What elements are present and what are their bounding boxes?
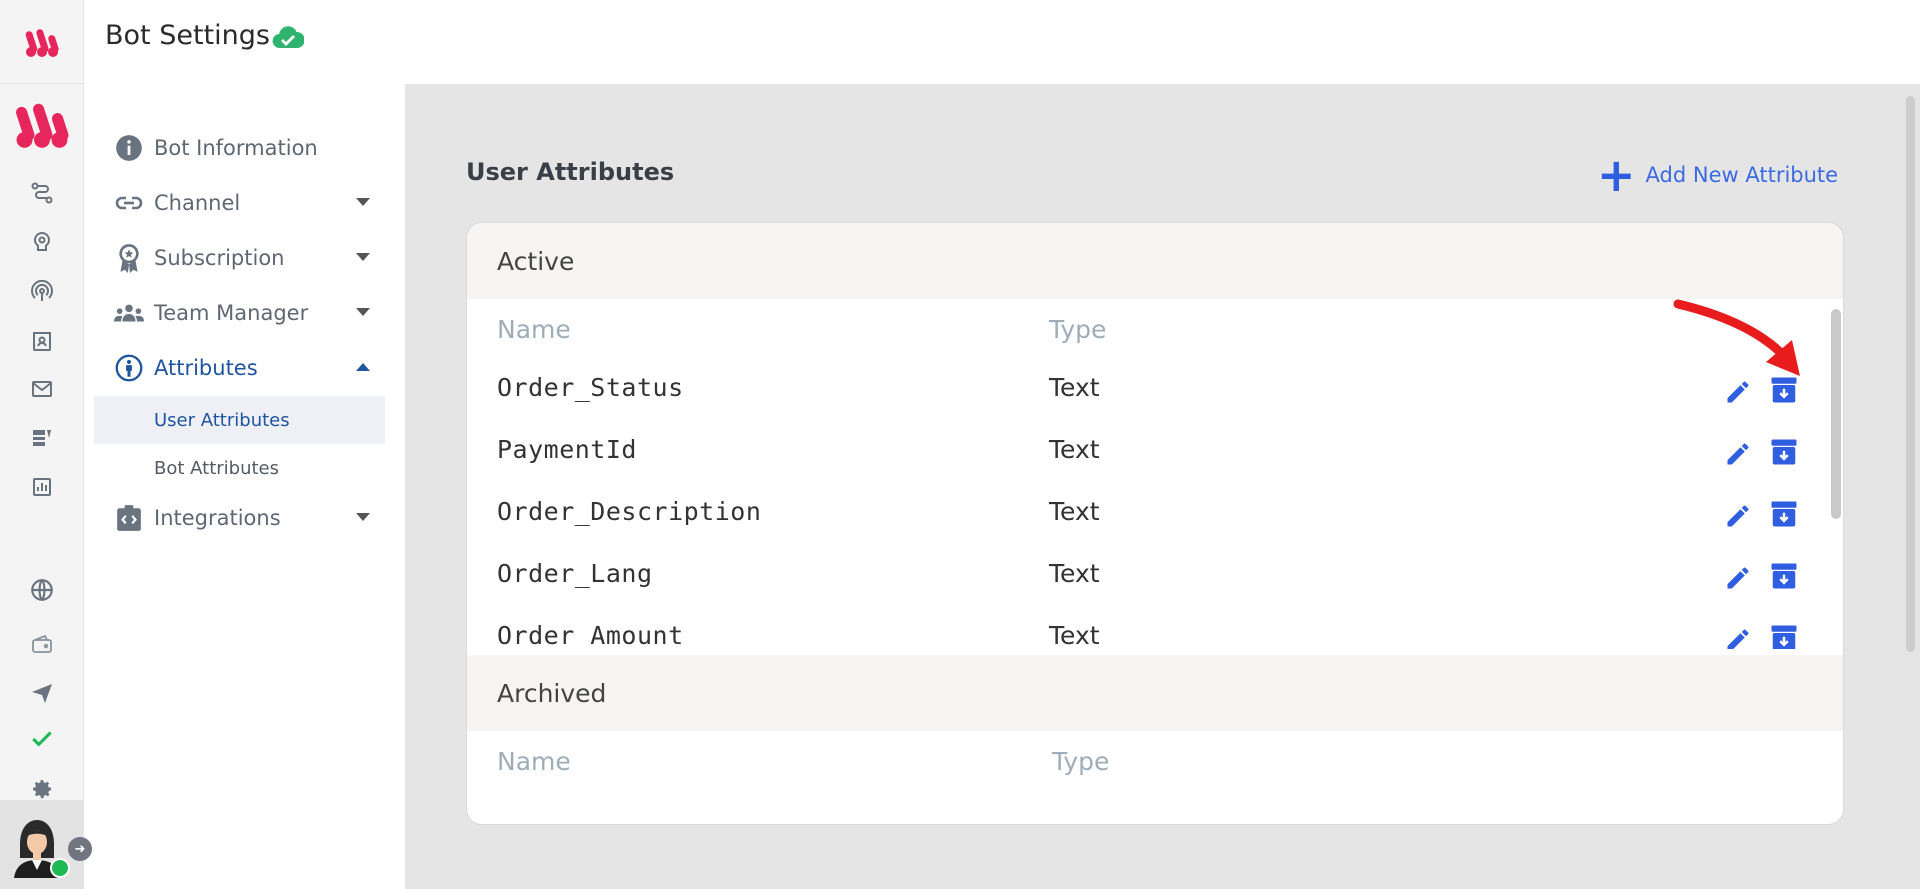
brand-logo-large-icon	[16, 103, 69, 148]
attribute-name: PaymentId	[497, 435, 637, 464]
add-new-attribute-button[interactable]: + Add New Attribute	[1597, 148, 1839, 202]
nav-label: Subscription	[154, 246, 285, 270]
online-status-dot	[50, 858, 70, 878]
table-row: Order_Lang Text	[467, 547, 1831, 609]
edit-icon[interactable]	[1724, 440, 1752, 468]
chevron-down-icon	[356, 513, 370, 521]
chevron-down-icon	[356, 253, 370, 261]
globe-icon[interactable]	[22, 570, 62, 610]
page-scrollbar[interactable]	[1906, 96, 1915, 652]
archive-icon[interactable]	[1769, 561, 1799, 591]
sub-item-user-attributes[interactable]: User Attributes	[94, 396, 385, 444]
page-header: Bot Settings	[84, 0, 1920, 84]
attribute-type: Text	[1049, 621, 1100, 649]
archived-col-name: Name	[497, 747, 571, 776]
nav-item-bot-information[interactable]: Bot Information	[114, 126, 370, 170]
nav-label: Team Manager	[154, 301, 309, 325]
nav-item-team-manager[interactable]: Team Manager	[114, 291, 370, 335]
sub-item-bot-attributes[interactable]: Bot Attributes	[94, 444, 385, 492]
check-icon[interactable]	[22, 719, 62, 759]
nav-item-channel[interactable]: Channel	[114, 181, 370, 225]
table-row: Order_Status Text	[467, 361, 1831, 423]
nav-label: Attributes	[154, 356, 258, 380]
analytics-icon[interactable]	[22, 467, 62, 507]
table-row: Order_Description Text	[467, 485, 1831, 547]
person-circle-icon	[114, 353, 144, 383]
section-title: User Attributes	[466, 158, 675, 186]
edit-icon[interactable]	[1724, 564, 1752, 592]
chevron-up-icon	[356, 363, 370, 371]
contacts-icon[interactable]	[22, 321, 62, 361]
attribute-type: Text	[1049, 435, 1100, 464]
brand-logo-icon	[25, 28, 59, 57]
brand-logo-small[interactable]	[0, 0, 84, 84]
attribute-type: Text	[1049, 373, 1100, 402]
plus-icon: +	[1597, 148, 1636, 202]
settings-nav: Bot Information Channel Subscription Tea…	[84, 84, 405, 889]
annotation-arrow-icon	[1673, 299, 1800, 376]
nav-label: Channel	[154, 191, 241, 215]
broadcast-icon[interactable]	[22, 272, 62, 312]
nav-item-subscription[interactable]: Subscription	[114, 236, 370, 280]
wallet-icon[interactable]	[22, 624, 62, 664]
page-title: Bot Settings	[105, 20, 270, 51]
attributes-card: Active Name Type Order_Status Text Payme…	[466, 222, 1844, 825]
nav-item-attributes[interactable]: Attributes	[114, 346, 370, 390]
active-list-scrollbar[interactable]	[1831, 309, 1841, 519]
attribute-name: Order_Status	[497, 373, 684, 402]
active-group-header: Active	[467, 223, 1843, 299]
archive-icon[interactable]	[1769, 499, 1799, 529]
active-col-name: Name	[497, 315, 571, 344]
attribute-name: Order_Description	[497, 497, 762, 526]
nav-label: Bot Information	[154, 136, 318, 160]
send-icon[interactable]	[22, 673, 62, 713]
archive-icon[interactable]	[1769, 437, 1799, 467]
info-icon	[114, 133, 144, 163]
app-rail	[0, 0, 84, 889]
chevron-down-icon	[356, 198, 370, 206]
edit-icon[interactable]	[1724, 502, 1752, 530]
link-icon	[114, 188, 144, 218]
expand-rail-button[interactable]: ➜	[68, 837, 92, 861]
attribute-name: Order_Lang	[497, 559, 653, 588]
mail-icon[interactable]	[22, 369, 62, 409]
team-icon	[114, 298, 144, 328]
attribute-type: Text	[1049, 497, 1100, 526]
nav-label: Integrations	[154, 506, 281, 530]
main-content: User Attributes + Add New Attribute Acti…	[405, 84, 1920, 889]
attribute-name: Order_Amount	[497, 621, 684, 649]
templates-icon[interactable]	[22, 418, 62, 458]
chevron-down-icon	[356, 308, 370, 316]
attribute-type: Text	[1049, 559, 1100, 588]
badge-icon	[114, 243, 144, 273]
table-row: Order_Amount Text	[467, 609, 1831, 649]
flow-icon[interactable]	[22, 173, 62, 213]
brand-logo-large[interactable]	[10, 92, 74, 156]
archived-group-header: Archived	[467, 655, 1843, 731]
add-new-attribute-label: Add New Attribute	[1645, 163, 1839, 187]
cloud-check-icon	[272, 26, 304, 49]
table-row: PaymentId Text	[467, 423, 1831, 485]
edit-icon[interactable]	[1724, 626, 1752, 649]
archive-icon[interactable]	[1769, 623, 1799, 649]
active-col-type: Type	[1049, 315, 1107, 344]
brain-icon[interactable]	[22, 222, 62, 262]
nav-item-integrations[interactable]: Integrations	[114, 496, 370, 540]
integrations-icon	[114, 503, 144, 533]
archived-col-type: Type	[1052, 747, 1110, 776]
